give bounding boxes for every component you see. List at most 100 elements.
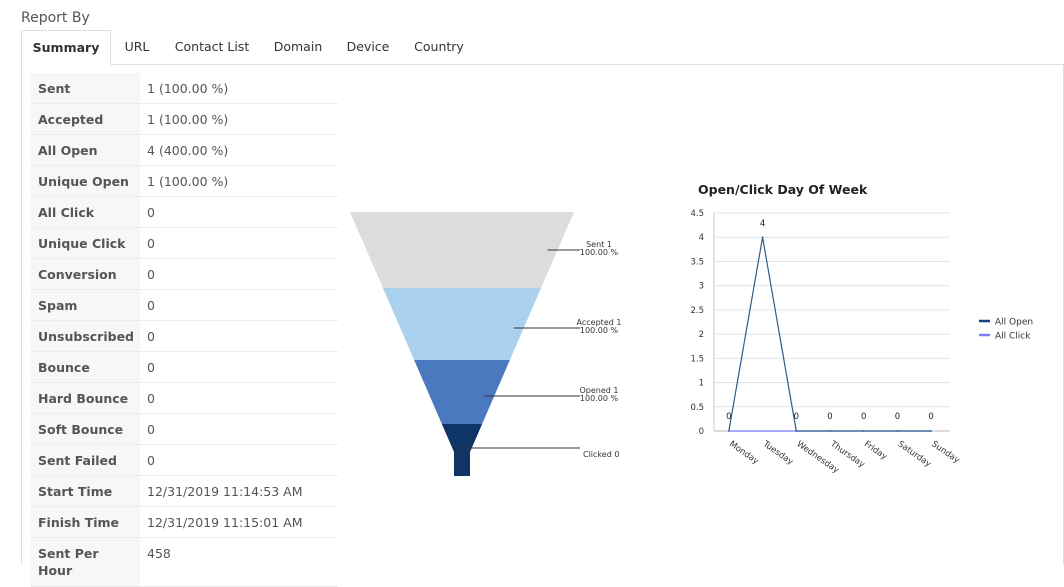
series-point bbox=[930, 430, 932, 432]
report-by-label: Report By bbox=[21, 10, 90, 26]
tab-contact-list[interactable]: Contact List bbox=[169, 30, 255, 64]
funnel-percent-accepted: 100.00 % bbox=[580, 326, 619, 335]
row-value: 0 bbox=[140, 320, 338, 352]
row-value: 0 bbox=[140, 258, 338, 290]
data-label: 0 bbox=[794, 412, 799, 422]
funnel-segment-sent bbox=[350, 212, 574, 288]
row-value: 0 bbox=[140, 227, 338, 259]
tab-url[interactable]: URL bbox=[117, 30, 157, 64]
row-value: 0 bbox=[140, 413, 338, 445]
tab-domain[interactable]: Domain bbox=[267, 30, 329, 64]
data-label: 4 bbox=[760, 219, 765, 229]
table-row: Unique Click 0 bbox=[31, 227, 338, 259]
y-tick-label: 1.5 bbox=[690, 354, 704, 364]
row-value: 458 bbox=[140, 537, 338, 587]
summary-table: Sent 1 (100.00 %) Accepted 1 (100.00 %) Al… bbox=[31, 73, 338, 587]
series-point bbox=[829, 430, 831, 432]
row-value: 0 bbox=[140, 351, 338, 383]
row-label: Accepted bbox=[31, 103, 141, 135]
row-label: Spam bbox=[31, 289, 141, 321]
series-point bbox=[761, 236, 764, 239]
row-value: 12/31/2019 11:14:53 AM bbox=[140, 475, 338, 507]
row-value: 1 (100.00 %) bbox=[140, 165, 338, 197]
funnel-segment-accepted bbox=[382, 288, 542, 360]
row-value: 0 bbox=[140, 382, 338, 414]
table-row: Accepted 1 (100.00 %) bbox=[31, 103, 338, 135]
data-label: 0 bbox=[895, 412, 900, 422]
table-row: Finish Time 12/31/2019 11:15:01 AM bbox=[31, 506, 338, 538]
row-value: 4 (400.00 %) bbox=[140, 134, 338, 166]
tab-device[interactable]: Device bbox=[341, 30, 395, 64]
row-label: Sent Per Hour bbox=[31, 537, 141, 587]
table-row: Soft Bounce 0 bbox=[31, 413, 338, 445]
row-label: Unique Click bbox=[31, 227, 141, 259]
funnel-chart: Sent 1100.00 %Accepted 1100.00 %Opened 1… bbox=[350, 212, 621, 476]
row-label: Sent Failed bbox=[31, 444, 141, 476]
table-row: Unique Open 1 (100.00 %) bbox=[31, 165, 338, 197]
series-point bbox=[795, 430, 798, 432]
table-row: Sent Per Hour 458 bbox=[31, 537, 338, 587]
row-label: Unique Open bbox=[31, 165, 141, 197]
row-label: Sent bbox=[31, 73, 141, 104]
report-tabs: Summary URL Contact List Domain Device C… bbox=[21, 30, 1064, 65]
row-label: All Open bbox=[31, 134, 141, 166]
x-tick-label: Tuesday bbox=[760, 439, 795, 468]
funnel-percent-sent: 100.00 % bbox=[580, 248, 619, 257]
row-label: Unsubscribed bbox=[31, 320, 141, 352]
row-label: Bounce bbox=[31, 351, 141, 383]
y-tick-label: 1 bbox=[699, 379, 704, 389]
funnel-segment-clicked bbox=[441, 424, 483, 476]
x-tick-label: Sunday bbox=[929, 439, 961, 465]
data-label: 0 bbox=[861, 412, 866, 422]
table-row: Spam 0 bbox=[31, 289, 338, 321]
data-label: 0 bbox=[726, 412, 731, 422]
table-row: All Open 4 (400.00 %) bbox=[31, 134, 338, 166]
table-row: Hard Bounce 0 bbox=[31, 382, 338, 414]
table-row: Conversion 0 bbox=[31, 258, 338, 290]
legend-label: All Click bbox=[995, 332, 1031, 342]
table-row: Sent 1 (100.00 %) bbox=[31, 73, 338, 104]
open-click-day-chart: Open/Click Day Of Week 0 0.5 1 1.5 2 2.5 3 3.5 4… bbox=[690, 182, 1033, 476]
tab-country[interactable]: Country bbox=[407, 30, 471, 64]
row-value: 0 bbox=[140, 444, 338, 476]
row-label: Soft Bounce bbox=[31, 413, 141, 445]
funnel-percent-opened: 100.00 % bbox=[580, 394, 619, 403]
x-tick-label: Monday bbox=[727, 439, 760, 466]
row-label: Finish Time bbox=[31, 506, 141, 538]
funnel-segment-opened bbox=[414, 360, 510, 424]
x-tick-label: Friday bbox=[862, 439, 889, 462]
x-tick-label: Saturday bbox=[896, 439, 933, 469]
funnel-label-clicked: Clicked 0 bbox=[583, 450, 619, 459]
series-point bbox=[761, 430, 764, 432]
y-tick-label: 4.5 bbox=[690, 209, 704, 219]
row-value: 0 bbox=[140, 289, 338, 321]
y-tick-label: 3.5 bbox=[690, 257, 704, 267]
row-label: Start Time bbox=[31, 475, 141, 507]
legend-label: All Open bbox=[995, 318, 1033, 328]
data-label: 0 bbox=[827, 412, 832, 422]
row-label: Conversion bbox=[31, 258, 141, 290]
series-point bbox=[862, 430, 865, 432]
series-point bbox=[896, 430, 899, 432]
row-label: All Click bbox=[31, 196, 141, 228]
row-value: 0 bbox=[140, 196, 338, 228]
y-tick-label: 2.5 bbox=[690, 306, 704, 316]
row-label: Hard Bounce bbox=[31, 382, 141, 414]
table-row: Start Time 12/31/2019 11:14:53 AM bbox=[31, 475, 338, 507]
series-point bbox=[728, 430, 730, 432]
table-row: Sent Failed 0 bbox=[31, 444, 338, 476]
y-tick-label: 3 bbox=[699, 282, 704, 292]
row-value: 12/31/2019 11:15:01 AM bbox=[140, 506, 338, 538]
table-row: All Click 0 bbox=[31, 196, 338, 228]
chart-title: Open/Click Day Of Week bbox=[698, 182, 868, 197]
row-value: 1 (100.00 %) bbox=[140, 103, 338, 135]
table-row: Unsubscribed 0 bbox=[31, 320, 338, 352]
row-value: 1 (100.00 %) bbox=[140, 73, 338, 104]
y-tick-label: 4 bbox=[699, 233, 704, 243]
table-row: Bounce 0 bbox=[31, 351, 338, 383]
y-tick-label: 0 bbox=[699, 427, 704, 437]
y-tick-label: 0.5 bbox=[690, 403, 704, 413]
y-tick-label: 2 bbox=[699, 330, 704, 340]
data-label: 0 bbox=[928, 412, 933, 422]
tab-summary[interactable]: Summary bbox=[21, 30, 111, 65]
